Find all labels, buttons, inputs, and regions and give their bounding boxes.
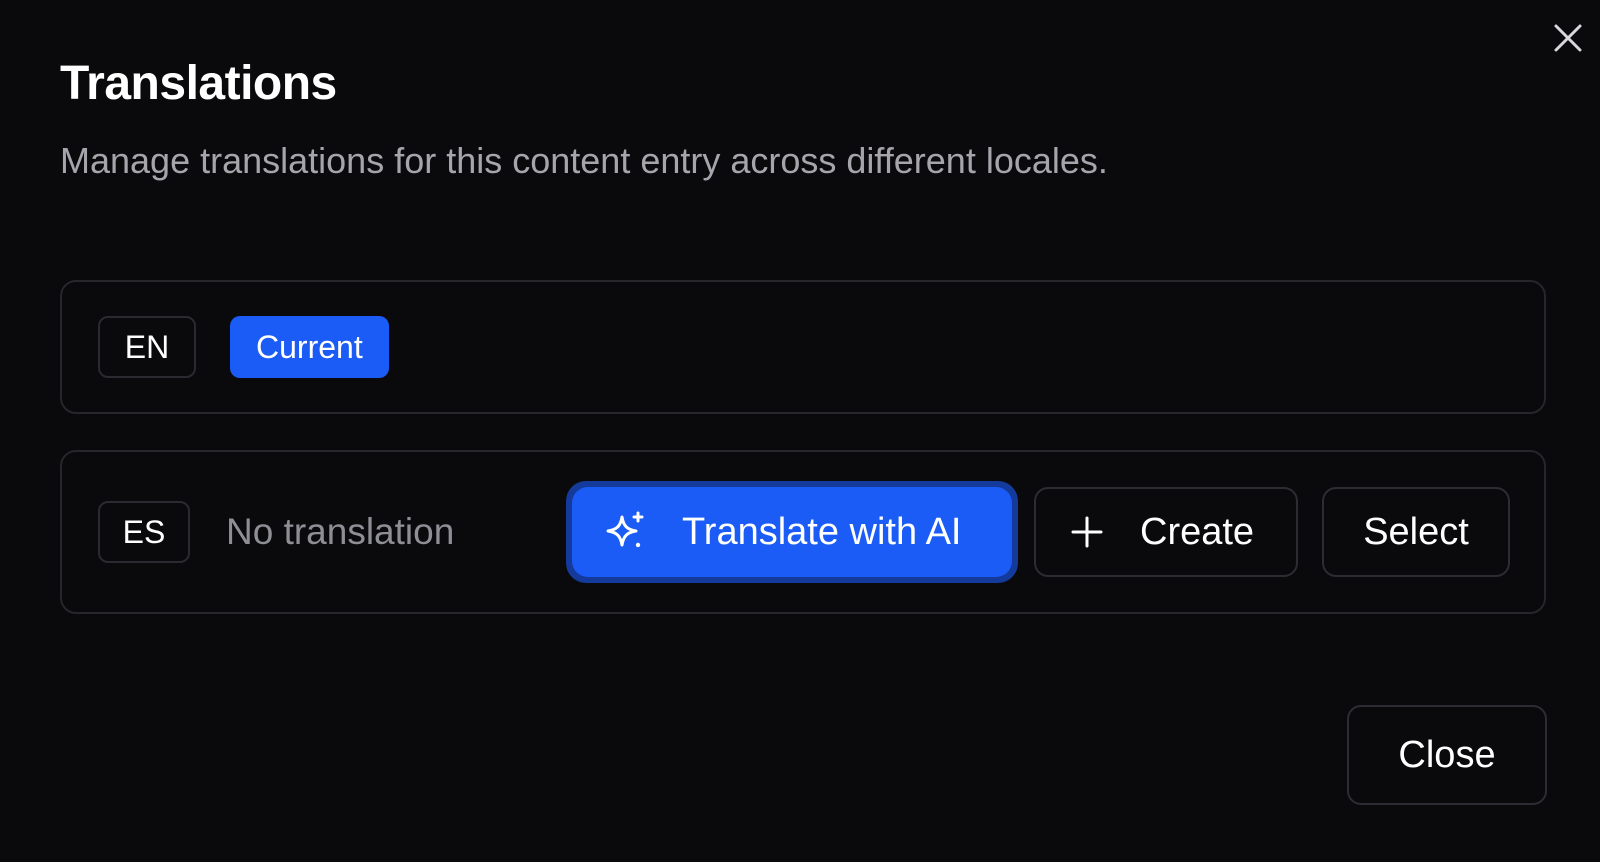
- current-status-badge: Current: [230, 316, 389, 378]
- translate-ai-focus-ring: Translate with AI: [566, 481, 1018, 583]
- close-icon: [1554, 24, 1582, 52]
- create-translation-button[interactable]: Create: [1034, 487, 1298, 577]
- dialog-title: Translations: [60, 57, 337, 110]
- dialog-close-button[interactable]: [1550, 20, 1586, 56]
- translate-with-ai-label: Translate with AI: [682, 510, 962, 553]
- sparkles-icon: [606, 511, 644, 548]
- dialog-description: Manage translations for this content ent…: [60, 140, 1108, 181]
- translations-dialog: Translations Manage translations for thi…: [0, 0, 1600, 862]
- create-label: Create: [1140, 510, 1255, 553]
- locale-row-en: EN Current: [60, 280, 1546, 414]
- locale-code-badge: EN: [98, 316, 196, 378]
- translation-status-text: No translation: [226, 511, 455, 552]
- plus-icon: [1071, 516, 1103, 548]
- translate-with-ai-button[interactable]: Translate with AI: [572, 487, 1012, 577]
- locale-row-es: ES No translation Translate with AI Crea…: [60, 450, 1546, 614]
- close-button[interactable]: Close: [1347, 705, 1547, 805]
- select-translation-button[interactable]: Select: [1322, 487, 1510, 577]
- locale-code-badge: ES: [98, 501, 190, 563]
